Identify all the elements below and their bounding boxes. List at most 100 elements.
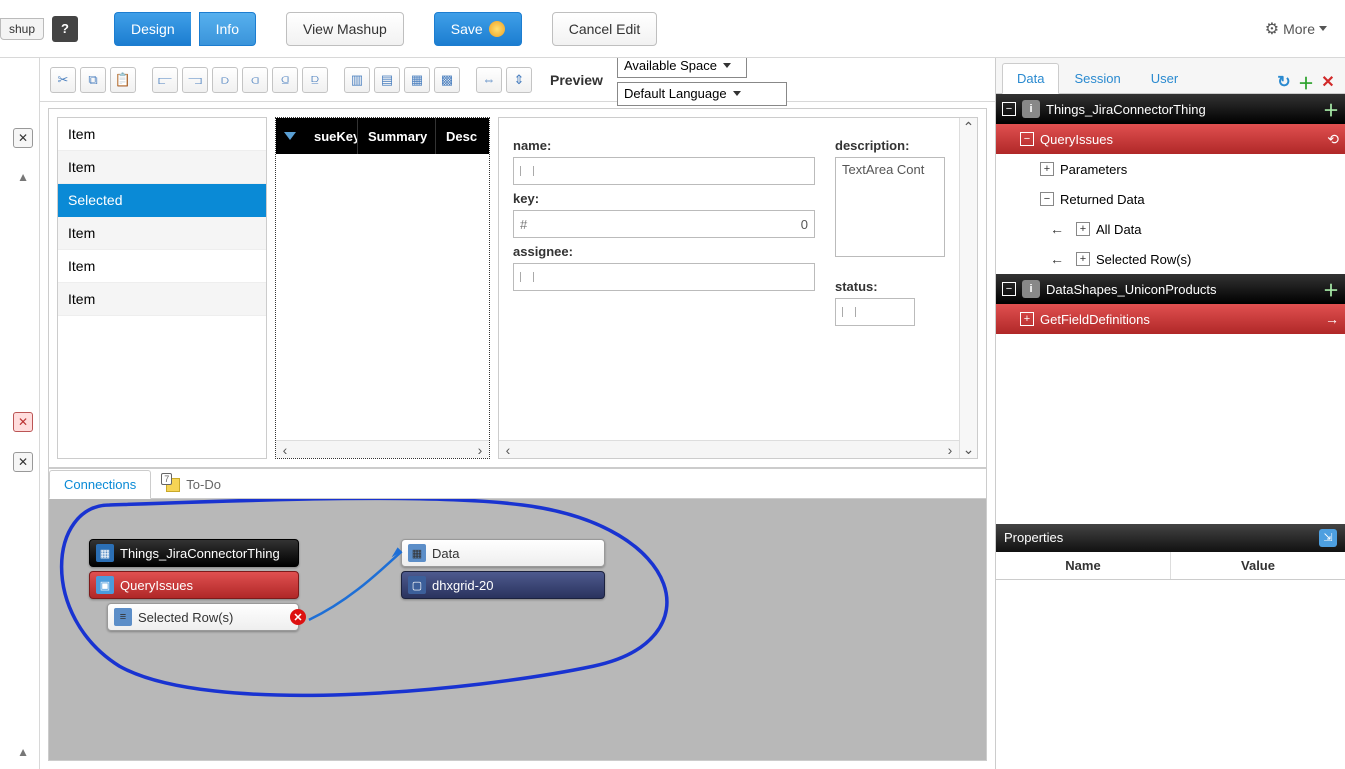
help-button[interactable]: ? [52, 16, 78, 42]
tree-datashape[interactable]: i DataShapes_UniconProducts ＋ [996, 274, 1345, 304]
design-button[interactable]: Design [114, 12, 191, 46]
collapse-icon[interactable] [1002, 282, 1016, 296]
list-item[interactable]: Item [58, 217, 266, 250]
chevron-up-icon[interactable]: ⌃ [962, 120, 976, 134]
chevron-down-icon[interactable]: ⌄ [962, 442, 976, 456]
tab-connections[interactable]: Connections [49, 470, 151, 499]
align-center-h-icon[interactable]: ⫎ [182, 67, 208, 93]
grid-col[interactable]: Summary [358, 118, 436, 154]
source-output-block[interactable]: ≡ Selected Row(s) ✕ [107, 603, 299, 631]
collapse-icon[interactable] [1002, 102, 1016, 116]
tab-todo[interactable]: 7 To-Do [151, 470, 236, 498]
chevron-right-icon[interactable]: › [943, 443, 957, 457]
align-bottom-icon[interactable]: ⫒ [302, 67, 328, 93]
refresh-icon[interactable]: ↻ [1273, 71, 1295, 93]
description-textarea[interactable]: TextArea Cont [835, 157, 945, 257]
tree-parameters[interactable]: Parameters [996, 154, 1345, 184]
list-item-selected[interactable]: Selected [58, 184, 266, 217]
expand-icon[interactable] [1040, 162, 1054, 176]
align-right-icon[interactable]: ⫐ [212, 67, 238, 93]
grid-hscroll[interactable]: ‹ › [276, 440, 489, 458]
tab-session[interactable]: Session [1059, 63, 1135, 93]
info-icon[interactable]: i [1022, 100, 1040, 118]
align-center-v-icon[interactable]: ⫑ [272, 67, 298, 93]
tree-all-data[interactable]: ← All Data [996, 214, 1345, 244]
key-input[interactable]: # 0 [513, 210, 815, 238]
tree-service[interactable]: QueryIssues ⟲ [996, 124, 1345, 154]
equal-width-icon[interactable]: ⇔ [476, 67, 502, 93]
copy-icon[interactable]: ⧉ [80, 67, 106, 93]
delete-icon[interactable]: ✕ [1317, 71, 1339, 93]
paste-icon[interactable]: 📋 [110, 67, 136, 93]
save-button[interactable]: Save [434, 12, 522, 46]
tree-thing[interactable]: i Things_JiraConnectorThing ＋ [996, 94, 1345, 124]
align-top-icon[interactable]: ⫏ [242, 67, 268, 93]
chevron-left-icon[interactable]: ‹ [278, 443, 292, 457]
form-hscroll[interactable]: ‹ › [499, 440, 959, 458]
close-panel-button-2[interactable]: ✕ [13, 412, 33, 432]
assignee-input[interactable] [513, 263, 815, 291]
close-panel-button-3[interactable]: ✕ [13, 452, 33, 472]
list-item[interactable]: Item [58, 250, 266, 283]
mashup-tab[interactable]: shup [0, 18, 44, 40]
more-menu[interactable]: More [1265, 19, 1339, 39]
form-widget[interactable]: name: key: # 0 assignee: description: Te… [498, 117, 978, 459]
sort-indicator-icon[interactable] [276, 132, 304, 140]
expand-icon[interactable] [1020, 312, 1034, 326]
grid-body[interactable] [276, 154, 489, 440]
grid-icon[interactable]: ▩ [434, 67, 460, 93]
chevron-left-icon[interactable]: ‹ [501, 443, 515, 457]
target-property-block[interactable]: ▦ Data [401, 539, 605, 567]
equal-height-icon[interactable]: ⇕ [506, 67, 532, 93]
arrow-loop-icon[interactable]: ⟲ [1327, 131, 1339, 148]
cancel-edit-button[interactable]: Cancel Edit [552, 12, 658, 46]
list-widget[interactable]: Item Item Selected Item Item Item [57, 117, 267, 459]
info-icon[interactable]: i [1022, 280, 1040, 298]
scroll-down-icon[interactable]: ▲ [17, 745, 29, 759]
preview-language-select[interactable]: Default Language [617, 82, 787, 106]
collapse-icon[interactable] [1020, 132, 1034, 146]
target-widget-block[interactable]: ▢ dhxgrid-20 [401, 571, 605, 599]
chevron-right-icon[interactable]: › [473, 443, 487, 457]
name-input[interactable] [513, 157, 815, 185]
preview-space-select[interactable]: Available Space [617, 58, 747, 78]
source-thing-block[interactable]: ▦ Things_JiraConnectorThing [89, 539, 299, 567]
distribute-v-icon[interactable]: ▤ [374, 67, 400, 93]
arrow-right-icon[interactable]: → [1325, 311, 1339, 327]
status-input[interactable] [835, 298, 915, 326]
tab-user[interactable]: User [1136, 63, 1193, 93]
grid-widget[interactable]: sueKey Summary Desc ‹ › [275, 117, 490, 459]
info-button[interactable]: Info [199, 12, 256, 46]
fit-parent-icon[interactable]: ▦ [404, 67, 430, 93]
add-green-icon[interactable]: ＋ [1323, 277, 1339, 301]
mashup-canvas[interactable]: Item Item Selected Item Item Item sueKey… [48, 108, 987, 468]
view-mashup-button[interactable]: View Mashup [286, 12, 404, 46]
source-service-block[interactable]: ▣ QueryIssues [89, 571, 299, 599]
list-item[interactable]: Item [58, 283, 266, 316]
distribute-h-icon[interactable]: ▥ [344, 67, 370, 93]
expand-icon[interactable] [1076, 252, 1090, 266]
grid-col[interactable]: sueKey [304, 118, 358, 154]
tree-selected-rows[interactable]: ← Selected Row(s) [996, 244, 1345, 274]
tree-service-2[interactable]: GetFieldDefinitions → [996, 304, 1345, 334]
tab-data[interactable]: Data [1002, 63, 1059, 94]
form-vscroll[interactable]: ⌃ ⌄ [959, 118, 977, 458]
add-green-icon[interactable]: ＋ [1323, 97, 1339, 121]
align-left-icon[interactable]: ⫍ [152, 67, 178, 93]
data-tree[interactable]: i Things_JiraConnectorThing ＋ QueryIssue… [996, 94, 1345, 334]
list-item[interactable]: Item [58, 118, 266, 151]
share-icon[interactable]: ⇲ [1319, 529, 1337, 547]
tree-returned-data[interactable]: Returned Data [996, 184, 1345, 214]
scroll-up-icon[interactable]: ▲ [17, 170, 29, 184]
properties-col-value[interactable]: Value [1171, 552, 1345, 579]
close-panel-button-1[interactable]: ✕ [13, 128, 33, 148]
add-icon[interactable]: ＋ [1295, 71, 1317, 93]
properties-col-name[interactable]: Name [996, 552, 1171, 579]
expand-icon[interactable] [1076, 222, 1090, 236]
cut-icon[interactable]: ✂ [50, 67, 76, 93]
connections-canvas[interactable]: ▦ Things_JiraConnectorThing ▣ QueryIssue… [49, 499, 986, 760]
properties-body[interactable] [996, 580, 1345, 769]
grid-col[interactable]: Desc [436, 118, 489, 154]
list-item[interactable]: Item [58, 151, 266, 184]
delete-binding-icon[interactable]: ✕ [290, 609, 306, 625]
